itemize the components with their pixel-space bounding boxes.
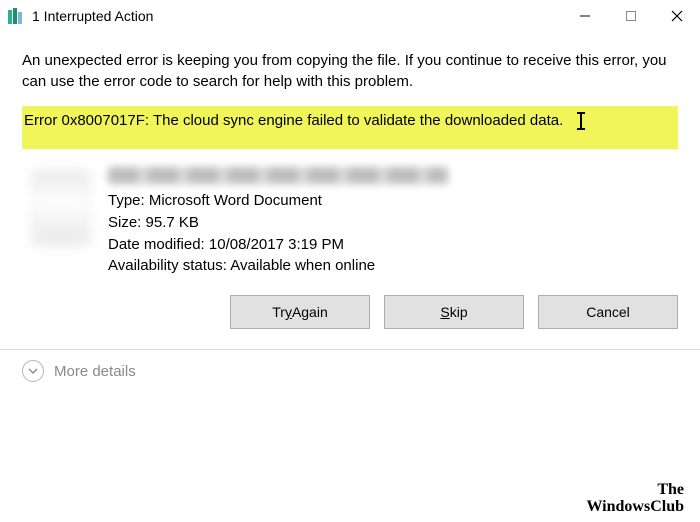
file-info-block: Type: Microsoft Word Document Size: 95.7…	[22, 167, 678, 277]
watermark-line1: The	[586, 482, 684, 499]
file-size-value: 95.7 KB	[146, 214, 199, 231]
more-details-label[interactable]: More details	[54, 363, 136, 380]
file-modified-label: Date modified:	[108, 236, 205, 253]
try-again-label-post: Again	[292, 304, 328, 320]
skip-button[interactable]: Skip	[384, 295, 524, 329]
watermark: The WindowsClub	[586, 482, 684, 516]
error-description: An unexpected error is keeping you from …	[22, 50, 678, 92]
try-again-label-accel: y	[285, 304, 292, 320]
file-size-label: Size:	[108, 214, 141, 231]
maximize-button[interactable]	[608, 0, 654, 32]
minimize-button[interactable]	[562, 0, 608, 32]
maximize-icon	[625, 10, 637, 22]
watermark-line2: WindowsClub	[586, 499, 684, 516]
close-icon	[671, 10, 683, 22]
action-button-row: Try Again Skip Cancel	[0, 295, 700, 343]
minimize-icon	[579, 10, 591, 22]
file-type-row: Type: Microsoft Word Document	[108, 190, 448, 212]
cancel-label: Cancel	[586, 304, 630, 320]
file-modified-row: Date modified: 10/08/2017 3:19 PM	[108, 234, 448, 256]
try-again-label-pre: Tr	[272, 304, 285, 320]
close-button[interactable]	[654, 0, 700, 32]
titlebar: 1 Interrupted Action	[0, 0, 700, 32]
more-details-toggle[interactable]	[22, 360, 44, 382]
file-type-label: Type:	[108, 192, 145, 209]
file-availability-label: Availability status:	[108, 257, 227, 274]
file-type-value: Microsoft Word Document	[149, 192, 322, 209]
skip-label-accel: S	[440, 304, 449, 320]
window-title: 1 Interrupted Action	[32, 8, 153, 24]
try-again-button[interactable]: Try Again	[230, 295, 370, 329]
footer: More details	[0, 350, 700, 392]
app-icon	[8, 8, 24, 24]
skip-label-post: kip	[450, 304, 468, 320]
file-name-redacted	[108, 167, 448, 184]
cancel-button[interactable]: Cancel	[538, 295, 678, 329]
chevron-down-icon	[28, 366, 38, 376]
file-availability-row: Availability status: Available when onli…	[108, 255, 448, 277]
file-modified-value: 10/08/2017 3:19 PM	[209, 236, 344, 253]
dialog-content: An unexpected error is keeping you from …	[0, 32, 700, 277]
file-metadata: Type: Microsoft Word Document Size: 95.7…	[108, 167, 448, 277]
file-size-row: Size: 95.7 KB	[108, 212, 448, 234]
error-code-message: Error 0x8007017F: The cloud sync engine …	[22, 106, 678, 149]
file-availability-value: Available when online	[230, 257, 375, 274]
file-thumbnail-icon	[32, 171, 90, 245]
